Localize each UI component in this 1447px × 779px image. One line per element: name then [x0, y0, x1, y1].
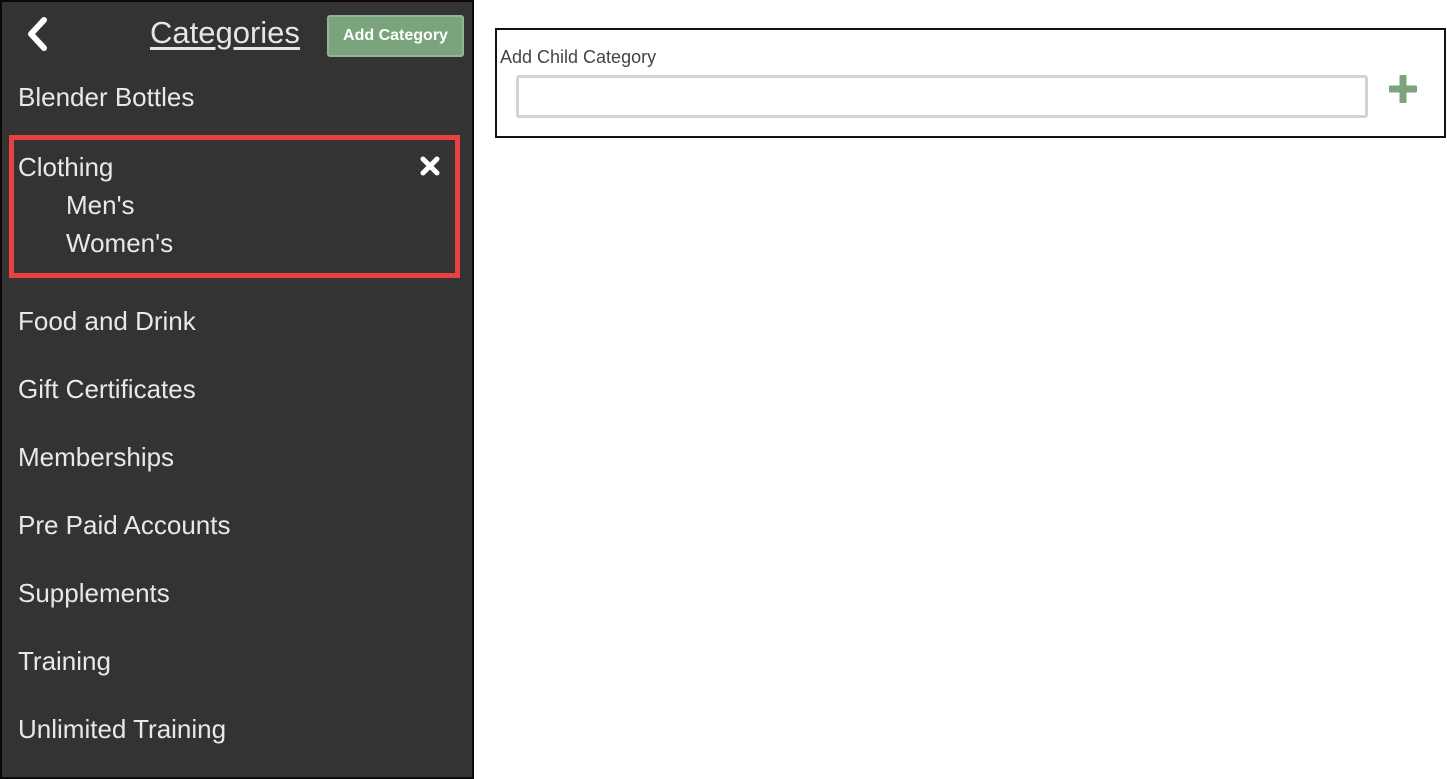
add-child-category-label: Add Child Category	[500, 47, 657, 67]
category-item-pre-paid-accounts[interactable]: Pre Paid Accounts	[18, 509, 230, 541]
add-category-button[interactable]: Add Category	[327, 15, 464, 57]
category-item-training[interactable]: Training	[18, 645, 111, 677]
plus-icon[interactable]	[1388, 74, 1418, 104]
chevron-left-icon[interactable]	[24, 16, 52, 52]
close-icon[interactable]	[419, 155, 441, 177]
sidebar-header: Categories Add Category	[2, 2, 472, 66]
category-item-unlimited-training[interactable]: Unlimited Training	[18, 713, 226, 745]
category-item-blender-bottles[interactable]: Blender Bottles	[18, 81, 194, 113]
child-category-input[interactable]	[516, 75, 1368, 118]
add-child-category-panel: Add Child Category	[495, 28, 1446, 138]
category-sidebar: Categories Add Category Blender Bottles …	[0, 0, 474, 779]
page-title[interactable]: Categories	[150, 15, 300, 51]
selected-category-group: Clothing Men's Women's	[9, 135, 460, 278]
category-item-gift-certificates[interactable]: Gift Certificates	[18, 373, 196, 405]
category-item-clothing[interactable]: Clothing	[18, 151, 113, 183]
child-category-item-mens[interactable]: Men's	[66, 189, 135, 221]
child-category-item-womens[interactable]: Women's	[66, 227, 173, 259]
page: Categories Add Category Blender Bottles …	[0, 0, 1447, 779]
category-item-food-and-drink[interactable]: Food and Drink	[18, 305, 196, 337]
category-item-memberships[interactable]: Memberships	[18, 441, 174, 473]
category-item-supplements[interactable]: Supplements	[18, 577, 170, 609]
